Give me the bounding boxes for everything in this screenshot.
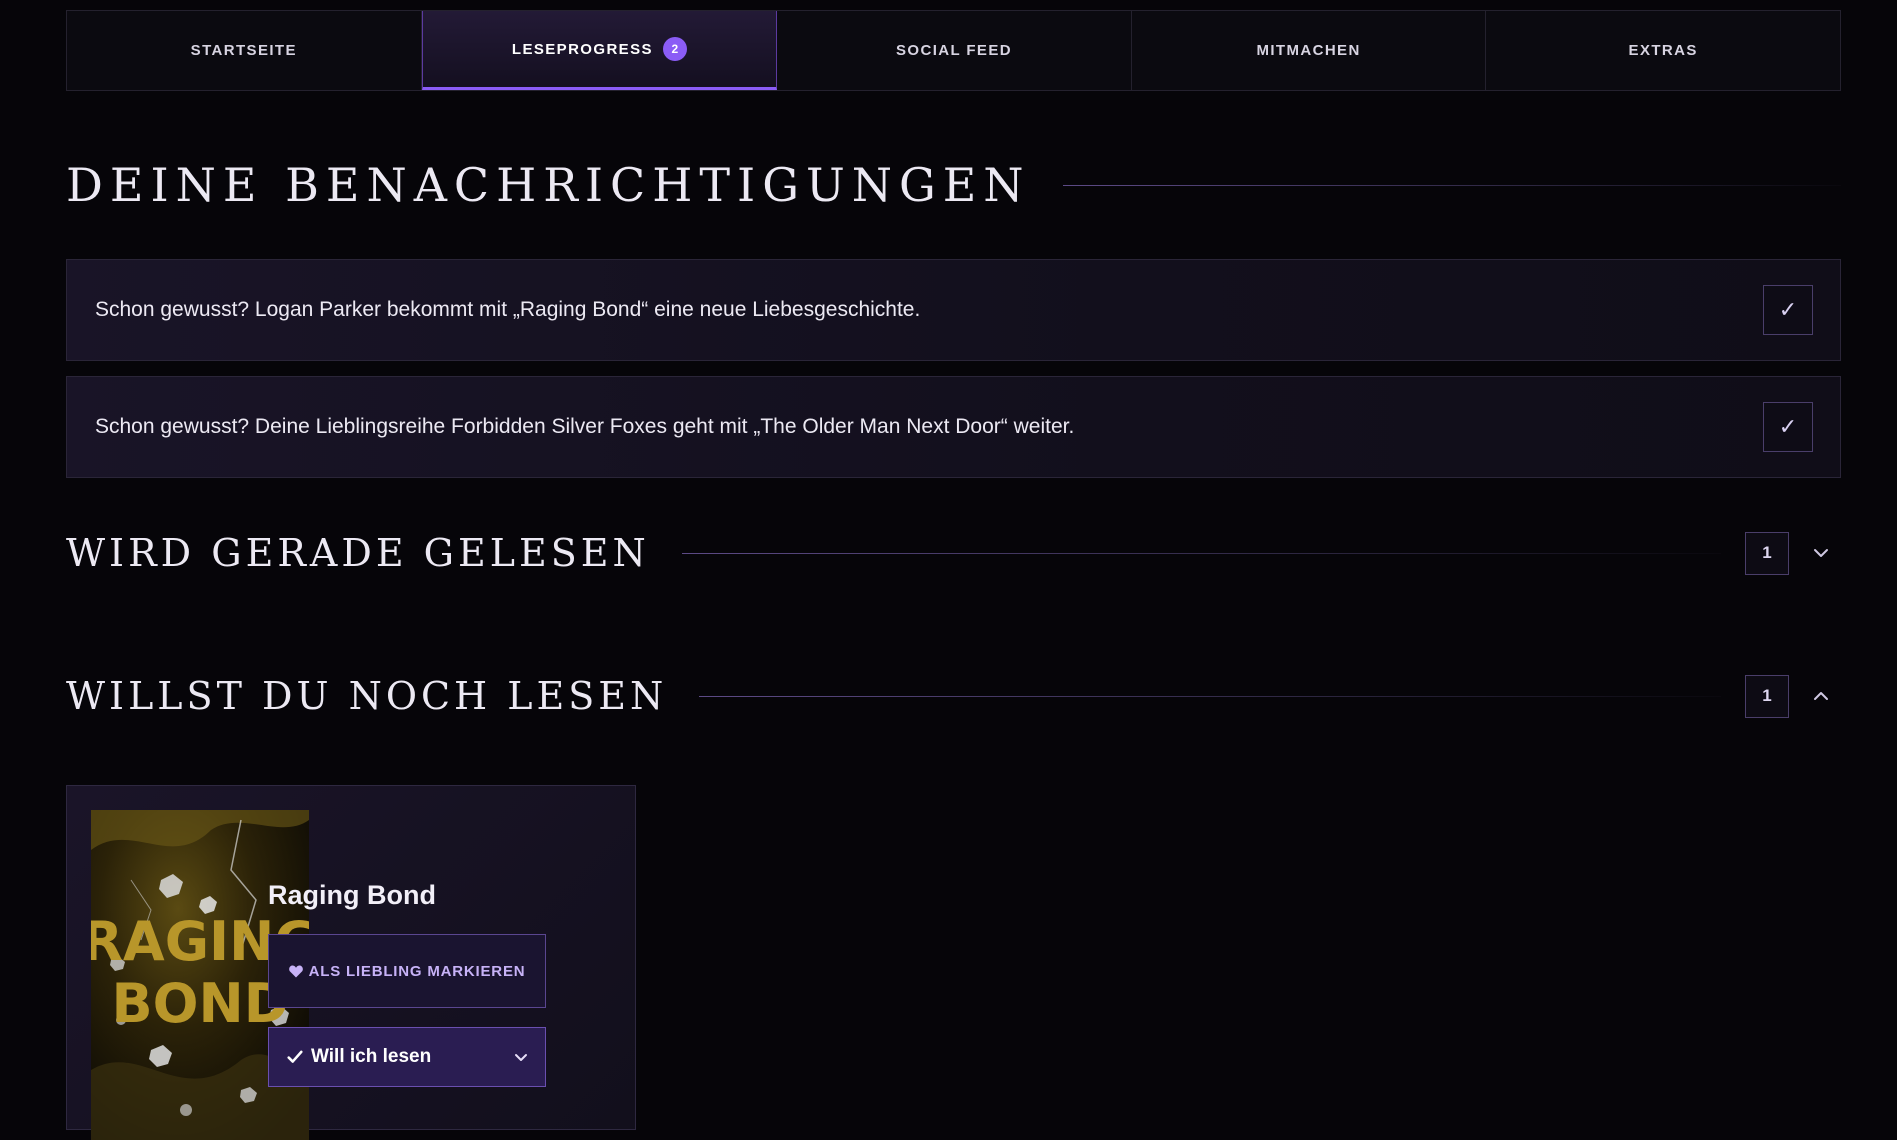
section-divider	[699, 695, 1721, 697]
book-title[interactable]: Raging Bond	[268, 880, 436, 911]
tab-leseprogress[interactable]: LESEPROGRESS 2	[421, 11, 778, 90]
chevron-down-icon	[515, 1054, 527, 1061]
notification-item: Schon gewusst? Logan Parker bekommt mit …	[66, 259, 1841, 361]
chevron-up-icon	[1814, 692, 1828, 700]
reading-status-label: Will ich lesen	[311, 1046, 432, 1067]
want-to-read-title: Willst du noch lesen	[66, 674, 668, 718]
currently-reading-count: 1	[1745, 531, 1789, 575]
currently-reading-title: Wird gerade gelesen	[66, 531, 650, 575]
main-tabs: STARTSEITE LESEPROGRESS 2 SOCIAL FEED MI…	[66, 10, 1841, 91]
cover-title-line2: BOND	[111, 972, 288, 1035]
reading-status-select[interactable]: Will ich lesen	[268, 1027, 546, 1087]
chevron-down-icon	[1814, 549, 1828, 557]
mark-favorite-label: ALS LIEBLING MARKIEREN	[308, 962, 526, 980]
section-divider	[1062, 184, 1841, 186]
notification-count-badge: 2	[662, 37, 687, 61]
want-to-read-header: Willst du noch lesen 1	[66, 668, 1841, 724]
tab-extras[interactable]: EXTRAS	[1486, 11, 1840, 90]
tab-social-feed[interactable]: SOCIAL FEED	[777, 11, 1132, 90]
want-to-read-count: 1	[1745, 674, 1789, 718]
section-divider	[681, 552, 1721, 554]
check-icon: ✓	[1778, 297, 1798, 322]
heart-icon	[288, 964, 303, 977]
currently-reading-header: Wird gerade gelesen 1	[66, 525, 1841, 581]
notification-text: Schon gewusst? Logan Parker bekommt mit …	[95, 298, 921, 321]
tab-label: LESEPROGRESS	[511, 40, 653, 58]
notification-text: Schon gewusst? Deine Lieblingsreihe Forb…	[95, 415, 1075, 438]
mark-read-button[interactable]: ✓	[1763, 402, 1813, 452]
tab-mitmachen[interactable]: MITMACHEN	[1132, 11, 1487, 90]
notifications-title: Deine Benachrichtigungen	[66, 158, 1031, 212]
notification-item: Schon gewusst? Deine Lieblingsreihe Forb…	[66, 376, 1841, 478]
tab-label: SOCIAL FEED	[895, 42, 1012, 59]
mark-favorite-button[interactable]: ALS LIEBLING MARKIEREN	[268, 934, 546, 1008]
tab-label: STARTSEITE	[190, 42, 297, 59]
tab-label: EXTRAS	[1628, 42, 1698, 59]
notifications-header: Deine Benachrichtigungen	[66, 150, 1841, 220]
mark-read-button[interactable]: ✓	[1763, 285, 1813, 335]
expand-currently-reading-button[interactable]	[1801, 533, 1841, 573]
tab-label: MITMACHEN	[1256, 42, 1361, 59]
check-icon: ✓	[1778, 414, 1798, 439]
collapse-want-to-read-button[interactable]	[1801, 676, 1841, 716]
tab-startseite[interactable]: STARTSEITE	[67, 11, 422, 90]
check-icon	[287, 1050, 303, 1063]
